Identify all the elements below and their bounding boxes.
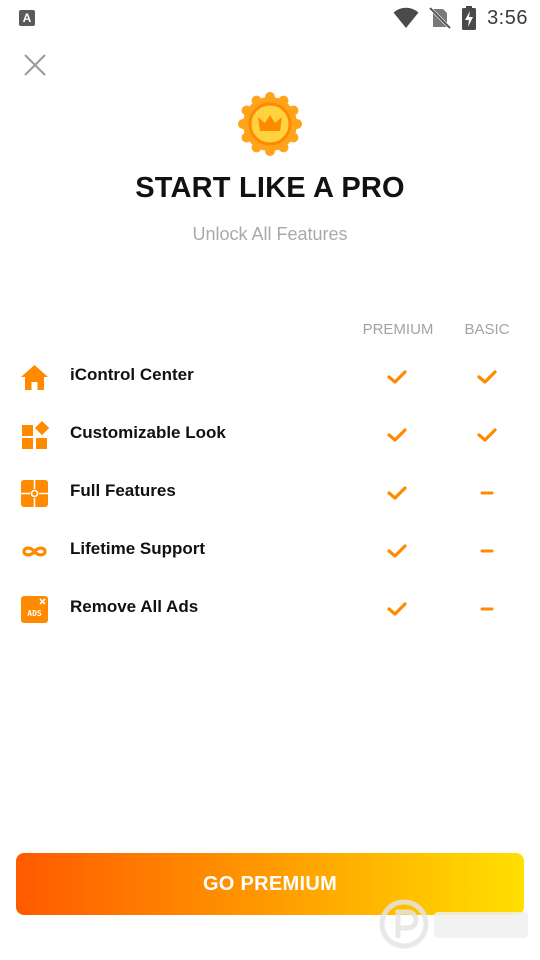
dash-icon (480, 549, 494, 553)
dash-icon (480, 607, 494, 611)
puzzle-icon (21, 480, 48, 507)
no-sim-icon (429, 7, 452, 29)
feature-row: ADS Remove All Ads (0, 589, 540, 629)
watermark-logo (379, 899, 528, 949)
wifi-icon (393, 7, 419, 29)
svg-text:ADS: ADS (27, 609, 42, 618)
check-icon (387, 544, 407, 558)
feature-label: Customizable Look (70, 423, 226, 442)
check-icon (387, 370, 407, 384)
feature-label: Lifetime Support (70, 539, 206, 558)
feature-row: Full Features (0, 473, 540, 513)
status-indicators: 3:56 (393, 5, 528, 31)
check-icon (477, 370, 497, 384)
close-button[interactable] (20, 50, 50, 80)
feature-label: Remove All Ads (70, 597, 199, 616)
crown-icon (238, 92, 302, 156)
app-notification-icon: A (19, 10, 35, 26)
close-icon (24, 54, 46, 76)
feature-row: Customizable Look (0, 415, 540, 455)
check-icon (387, 486, 407, 500)
feature-label: iControl Center (70, 365, 194, 384)
ads-icon: ADS (21, 596, 48, 623)
feature-row: Lifetime Support (0, 531, 540, 571)
battery-charging-icon (462, 6, 477, 30)
check-icon (387, 428, 407, 442)
clock: 3:56 (487, 6, 528, 29)
feature-row: iControl Center (0, 357, 540, 397)
widgets-icon (22, 421, 49, 449)
page-title: START LIKE A PRO (135, 172, 405, 204)
home-icon (21, 365, 48, 390)
page-subtitle: Unlock All Features (192, 224, 348, 244)
status-bar: A 3:56 (0, 0, 540, 36)
column-header-basic: BASIC (464, 321, 510, 338)
column-header-premium: PREMIUM (362, 321, 434, 338)
feature-label: Full Features (70, 481, 176, 500)
check-icon (477, 428, 497, 442)
check-icon (387, 602, 407, 616)
infinity-icon (22, 546, 47, 557)
dash-icon (480, 491, 494, 495)
